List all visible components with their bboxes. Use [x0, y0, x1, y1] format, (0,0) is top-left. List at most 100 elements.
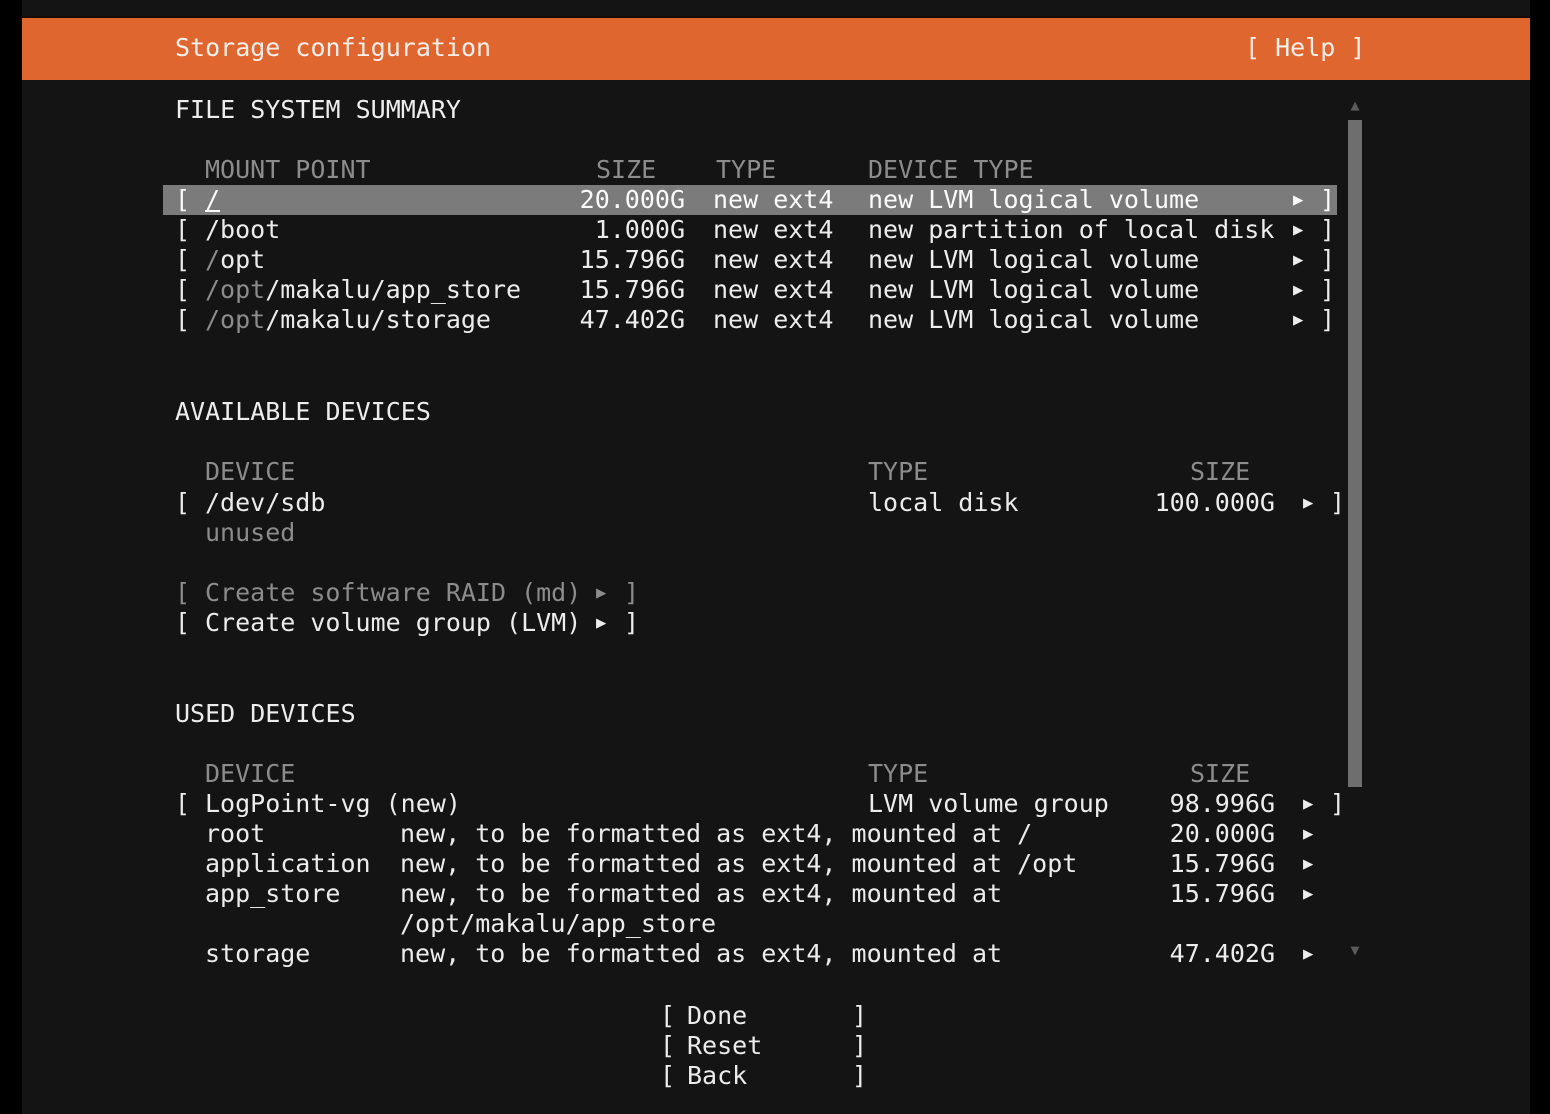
table-row-lv-storage[interactable]: storage new, to be formatted as ext4, mo… — [0, 939, 1550, 969]
open-bracket: [ — [660, 1061, 675, 1091]
expand-arrow-icon[interactable]: ▶ — [1303, 879, 1313, 909]
expand-arrow-icon[interactable]: ▶ — [1293, 185, 1303, 215]
action-label: Create software RAID (md) — [205, 578, 581, 608]
device-type-value: new LVM logical volume — [868, 275, 1199, 305]
storage-configuration-page: Storage configuration [ Help ] FILE SYST… — [0, 0, 1550, 1114]
open-bracket: [ — [175, 275, 190, 305]
table-row-lv-root[interactable]: root new, to be formatted as ext4, mount… — [0, 819, 1550, 849]
column-device: DEVICE — [205, 759, 295, 789]
close-bracket: ] — [1320, 185, 1335, 215]
mount-point-value: /opt/makalu/app_store — [205, 275, 521, 305]
expand-arrow-icon[interactable]: ▶ — [1293, 245, 1303, 275]
device-type-value: new partition of local disk — [868, 215, 1274, 245]
column-device-type: DEVICE TYPE — [868, 155, 1034, 185]
button-label: Back — [687, 1061, 747, 1091]
title-bar: Storage configuration [ Help ] — [22, 16, 1530, 80]
expand-arrow-icon[interactable]: ▶ — [1303, 939, 1313, 969]
open-bracket: [ — [175, 488, 190, 518]
close-bracket: ] — [1320, 215, 1335, 245]
type-value: new ext4 — [713, 215, 833, 245]
mount-point-value: /opt/makalu/storage — [205, 305, 491, 335]
mount-point-value: /boot — [205, 215, 280, 245]
device-type-value: new LVM logical volume — [868, 305, 1199, 335]
expand-arrow-icon[interactable]: ▶ — [1303, 789, 1313, 819]
close-bracket: ] — [624, 578, 639, 608]
table-row-mount-opt[interactable]: [ /opt 15.796G new ext4 new LVM logical … — [0, 245, 1550, 275]
open-bracket: [ — [175, 245, 190, 275]
open-bracket: [ — [175, 578, 190, 608]
expand-arrow-icon[interactable]: ▶ — [1303, 849, 1313, 879]
expand-arrow-icon[interactable]: ▶ — [1293, 275, 1303, 305]
done-button[interactable]: [ Done ] — [0, 1001, 1550, 1031]
scroll-down-icon[interactable]: ▼ — [1347, 942, 1363, 958]
type-value: new ext4 — [713, 275, 833, 305]
create-volume-group-button[interactable]: [ Create volume group (LVM) ▶ ] — [0, 608, 1550, 638]
filesystem-summary-column-headers: MOUNT POINT SIZE TYPE DEVICE TYPE — [0, 155, 1550, 185]
back-button[interactable]: [ Back ] — [0, 1061, 1550, 1091]
size-value: 47.402G — [1090, 939, 1275, 969]
scroll-up-icon[interactable]: ▲ — [1347, 97, 1363, 113]
expand-arrow-icon[interactable]: ▶ — [1293, 215, 1303, 245]
used-devices-heading: USED DEVICES — [0, 699, 1550, 729]
type-value: new ext4 — [713, 185, 833, 215]
expand-arrow-icon[interactable]: ▶ — [1293, 305, 1303, 335]
size-value: 15.796G — [1090, 879, 1275, 909]
open-bracket: [ — [175, 215, 190, 245]
close-bracket: ] — [624, 608, 639, 638]
page-title: Storage configuration — [175, 18, 491, 78]
table-row-mount-storage[interactable]: [ /opt/makalu/storage 47.402G new ext4 n… — [0, 305, 1550, 335]
available-devices-column-headers: DEVICE TYPE SIZE — [0, 457, 1550, 487]
column-type: TYPE — [716, 155, 776, 185]
table-row-lv-application[interactable]: application new, to be formatted as ext4… — [0, 849, 1550, 879]
available-devices-heading: AVAILABLE DEVICES — [0, 397, 1550, 427]
type-value: new ext4 — [713, 245, 833, 275]
expand-arrow-icon: ▶ — [596, 578, 606, 608]
open-bracket: [ — [175, 789, 190, 819]
column-size: SIZE — [1190, 759, 1250, 789]
used-devices-column-headers: DEVICE TYPE SIZE — [0, 759, 1550, 789]
size-value: 20.000G — [520, 185, 685, 215]
device-usage-note: unused — [0, 518, 1550, 548]
close-bracket: ] — [852, 1031, 867, 1061]
size-value: 98.996G — [1090, 789, 1275, 819]
button-label: Reset — [687, 1031, 762, 1061]
open-bracket: [ — [660, 1031, 675, 1061]
expand-arrow-icon[interactable]: ▶ — [1303, 819, 1313, 849]
device-type-value: new LVM logical volume — [868, 185, 1199, 215]
volume-description: new, to be formatted as ext4, mounted at… — [400, 819, 1032, 849]
table-row-device-sdb[interactable]: [ /dev/sdb local disk 100.000G ▶ ] — [0, 488, 1550, 518]
action-label: Create volume group (LVM) — [205, 608, 581, 638]
close-bracket: ] — [1330, 488, 1345, 518]
close-bracket: ] — [1320, 245, 1335, 275]
column-size: SIZE — [1190, 457, 1250, 487]
expand-arrow-icon[interactable]: ▶ — [1303, 488, 1313, 518]
type-value: new ext4 — [713, 305, 833, 335]
volume-name: storage — [205, 939, 310, 969]
column-type: TYPE — [868, 759, 928, 789]
open-bracket: [ — [175, 305, 190, 335]
device-name: /dev/sdb — [205, 488, 325, 518]
device-name: LogPoint-vg (new) — [205, 789, 461, 819]
table-row-mount-root[interactable]: [ / 20.000G new ext4 new LVM logical vol… — [0, 185, 1550, 215]
close-bracket: ] — [852, 1001, 867, 1031]
size-value: 47.402G — [520, 305, 685, 335]
table-row-mount-boot[interactable]: [ /boot 1.000G new ext4 new partition of… — [0, 215, 1550, 245]
volume-name: root — [205, 819, 265, 849]
column-size: SIZE — [596, 155, 656, 185]
expand-arrow-icon[interactable]: ▶ — [596, 608, 606, 638]
column-type: TYPE — [868, 457, 928, 487]
table-row-lv-app-store[interactable]: app_store new, to be formatted as ext4, … — [0, 879, 1550, 909]
mount-point-value: / — [205, 185, 220, 215]
table-row-mount-app-store[interactable]: [ /opt/makalu/app_store 15.796G new ext4… — [0, 275, 1550, 305]
device-type-value: local disk — [868, 488, 1019, 518]
filesystem-summary-heading: FILE SYSTEM SUMMARY — [0, 95, 1550, 125]
volume-name: application — [205, 849, 371, 879]
volume-name: app_store — [205, 879, 340, 909]
volume-mount-path: /opt/makalu/app_store — [400, 909, 716, 939]
table-row-volume-group[interactable]: [ LogPoint-vg (new) LVM volume group 98.… — [0, 789, 1550, 819]
scrollbar-thumb[interactable] — [1348, 120, 1362, 787]
open-bracket: [ — [175, 185, 190, 215]
help-button[interactable]: [ Help ] — [1245, 18, 1365, 78]
reset-button[interactable]: [ Reset ] — [0, 1031, 1550, 1061]
device-type-value: LVM volume group — [868, 789, 1109, 819]
